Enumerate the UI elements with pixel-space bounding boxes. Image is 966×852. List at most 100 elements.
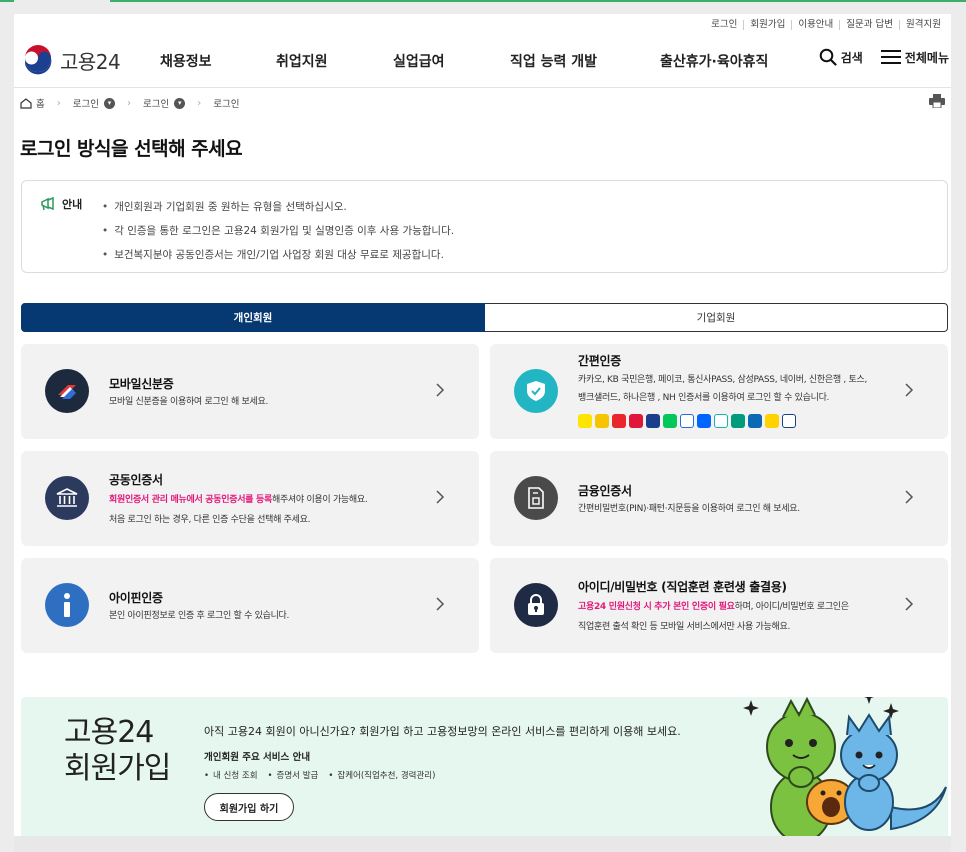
menu-jobs[interactable]: 채용정보 [160,51,212,71]
tab-company[interactable]: 기업회원 [485,303,948,332]
payco-icon [612,414,626,428]
all-menu-button[interactable]: 전체메뉴 [880,49,949,66]
chevron-right-icon [905,597,914,611]
notice-heading: 안내 [40,196,82,212]
search-icon [819,48,837,66]
tab-personal[interactable]: 개인회원 [21,303,485,332]
signup-banner: 고용24 회원가입 아직 고용24 회원이 아니신가요? 회원가입 하고 고용정… [21,697,948,836]
page-title: 로그인 방식을 선택해 주세요 [20,138,243,160]
util-remote-link[interactable]: 원격지원 [899,20,947,30]
breadcrumb-home[interactable]: 홈 [36,96,45,110]
login-option-id-password[interactable]: 아이디/비밀번호 (직업훈련 훈련생 출결용) 고용24 민원신청 시 추가 본… [490,558,948,653]
utility-bar: 로그인 회원가입 이용안내 질문과 답변 원격지원 [705,14,947,36]
print-icon[interactable] [929,94,945,108]
nh-icon [748,414,762,428]
login-option-financial-cert[interactable]: 금융인증서 간편비밀번호(PIN)·패턴·지문등을 이용하여 로그인 해 보세요… [490,451,948,546]
logo[interactable]: 고용24 [22,44,121,76]
notice-list: 개인회원과 기업회원 중 원하는 유형을 선택하십시오. 각 인증을 통한 로그… [102,195,454,267]
signup-services-list: 내 신청 조회 증명서 발급 잡케어(직업추천, 경력관리) [204,769,435,781]
shinhan-icon [680,414,694,428]
card-desc: 고용24 민원신청 시 추가 본인 인증이 필요하며, 아이디/비밀번호 로그인… [578,597,849,637]
signup-button[interactable]: 회원가입 하기 [204,793,294,821]
login-option-simple-auth[interactable]: 간편인증 카카오, KB 국민은행, 페이코, 통신사PASS, 삼성PASS,… [490,344,948,439]
service-item: 잡케어(직업추천, 경력관리) [328,769,435,781]
chevron-down-icon[interactable]: ▾ [103,97,115,109]
gnb-tools: 검색 전체메뉴 [819,48,949,66]
menu-parental-leave[interactable]: 출산휴가·육아휴직 [660,51,768,71]
util-login-link[interactable]: 로그인 [705,20,743,30]
pass-icon [629,414,643,428]
sparkle-icon [883,703,899,719]
util-guide-link[interactable]: 이용안내 [791,20,839,30]
card-desc-line: 고용24 민원신청 시 추가 본인 인증이 필요하며, 아이디/비밀번호 로그인… [578,597,849,617]
login-option-joint-cert[interactable]: 공동인증서 회원인증서 관리 메뉴에서 공동인증서를 등록해주셔야 이용이 가능… [21,451,479,546]
card-desc: 간편비밀번호(PIN)·패턴·지문등을 이용하여 로그인 해 보세요. [578,504,800,514]
search-button[interactable]: 검색 [819,48,863,66]
card-desc-line: 직업훈련 출석 확인 등 모바일 서비스에서만 사용 가능해요. [578,622,791,632]
mascot-characters-illustration [743,697,947,836]
page: 로그인 회원가입 이용안내 질문과 답변 원격지원 고용24 채용정보 취업지원… [14,14,951,836]
home-icon[interactable] [20,97,32,109]
provider-icon [765,414,779,428]
card-desc: 본인 아이핀정보로 인증 후 로그인 할 수 있습니다. [109,611,290,621]
signup-lead-text: 아직 고용24 회원이 아니신가요? 회원가입 하고 고용정보망의 온라인 서비… [204,725,681,738]
card-title: 금융인증서 [578,484,632,498]
chevron-right-icon [436,597,445,611]
card-desc-line: 카카오, KB 국민은행, 페이코, 통신사PASS, 삼성PASS, 네이버,… [578,375,868,385]
kakao-icon [578,414,592,428]
banksalad-icon [714,414,728,428]
shield-check-icon [514,369,558,413]
toss-icon [697,414,711,428]
page-bottom-shadow [14,836,951,852]
global-navigation: 고용24 채용정보 취업지원 실업급여 직업 능력 개발 출산휴가·육아휴직 검… [14,38,951,88]
card-title: 아이핀인증 [109,591,163,605]
auth-provider-icons [578,414,796,428]
util-signup-link[interactable]: 회원가입 [743,20,791,30]
menu-unemployment-benefit[interactable]: 실업급여 [393,51,445,71]
lock-icon [514,583,558,627]
certificate-document-icon [514,476,558,520]
notice-item: 개인회원과 기업회원 중 원하는 유형을 선택하십시오. [102,195,454,219]
menu-vocational-training[interactable]: 직업 능력 개발 [510,51,597,71]
sparkle-icon [864,697,874,704]
chevron-right-icon [905,383,914,397]
card-desc-text: 해주셔야 이용이 가능해요. [271,495,368,505]
chevron-down-icon[interactable]: ▾ [174,97,186,109]
notice-item: 각 인증을 통한 로그인은 고용24 회원가입 및 실명인증 이후 사용 가능합… [102,219,454,243]
breadcrumb-level1[interactable]: 로그인 [73,96,99,110]
search-label: 검색 [840,50,863,65]
provider-icon [782,414,796,428]
signup-title-line: 고용24 [64,715,154,750]
breadcrumb-level2[interactable]: 로그인 [143,96,169,110]
brand-name: 고용24 [60,49,121,74]
signup-title: 고용24 회원가입 [64,715,171,787]
member-type-tabs: 개인회원 기업회원 [21,303,948,332]
card-title: 아이디/비밀번호 (직업훈련 훈련생 출결용) [578,580,787,594]
card-desc: 카카오, KB 국민은행, 페이코, 통신사PASS, 삼성PASS, 네이버,… [578,371,867,407]
breadcrumb-current: 로그인 [213,99,240,110]
bank-building-icon [45,476,89,520]
card-desc: 모바일 신분증을 이용하여 로그인 해 보세요. [109,397,269,407]
service-item: 증명서 발급 [268,769,319,781]
megaphone-icon [41,197,54,211]
top-accent-line-right [110,0,966,2]
chevron-right-icon [905,490,914,504]
samsung-pass-icon [646,414,660,428]
breadcrumb: 홈 › 로그인 ▾ › 로그인 ▾ › 로그인 [20,96,239,110]
login-option-mobile-id[interactable]: 모바일신분증 모바일 신분증을 이용하여 로그인 해 보세요. [21,344,479,439]
naver-icon [663,414,677,428]
hana-bank-icon [731,414,745,428]
card-title: 공동인증서 [109,473,163,487]
breadcrumb-separator-icon: › [197,97,202,109]
menu-employment-support[interactable]: 취업지원 [276,51,328,71]
login-option-ipin[interactable]: 아이핀인증 본인 아이핀정보로 인증 후 로그인 할 수 있습니다. [21,558,479,653]
taegeuk-logo-icon [23,45,53,75]
mobile-id-icon [45,369,89,413]
all-menu-label: 전체메뉴 [904,50,949,65]
card-title: 간편인증 [578,354,621,368]
util-qna-link[interactable]: 질문과 답변 [839,20,899,30]
notice-box: 안내 개인회원과 기업회원 중 원하는 유형을 선택하십시오. 각 인증을 통한… [21,180,948,273]
card-desc-highlight: 회원인증서 관리 메뉴에서 공동인증서를 등록 [109,495,272,505]
breadcrumb-separator-icon: › [126,97,131,109]
service-item: 내 신청 조회 [204,769,258,781]
